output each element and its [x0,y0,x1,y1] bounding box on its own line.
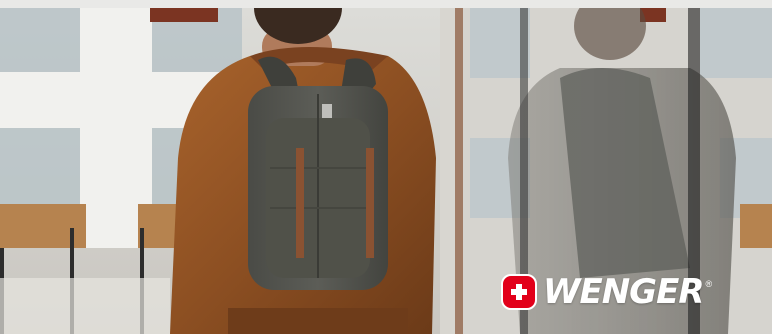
backpack [248,56,388,290]
swiss-cross-icon [501,274,537,310]
registered-trademark: ® [705,279,713,289]
pendant-lamp [150,8,218,22]
brand-wordmark: WENGER [543,272,704,312]
wenger-logo: WENGER ® [501,272,712,312]
hero-banner: WENGER ® [0,0,772,334]
